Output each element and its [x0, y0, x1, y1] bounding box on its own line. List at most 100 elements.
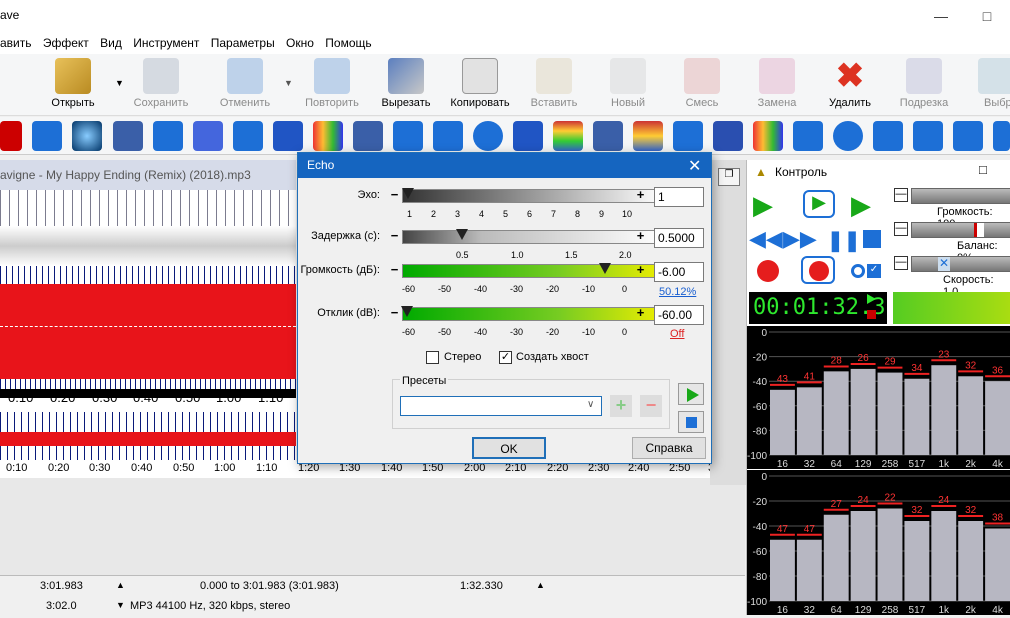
- color-bars-icon[interactable]: [753, 121, 783, 151]
- undo-button[interactable]: Отменить: [205, 58, 285, 114]
- help-button[interactable]: Справка: [632, 437, 706, 459]
- add-preset-icon[interactable]: +: [610, 395, 632, 417]
- expand-icon[interactable]: [473, 121, 503, 151]
- control-maximize-icon[interactable]: □: [979, 162, 987, 177]
- balance-minus[interactable]: —: [894, 222, 908, 236]
- cross-tools-icon[interactable]: [113, 121, 143, 151]
- play-selection-icon[interactable]: ▶: [803, 190, 835, 218]
- new-button[interactable]: Новый: [588, 58, 668, 114]
- menu-view[interactable]: Вид: [96, 32, 126, 54]
- tail-checkbox[interactable]: ✓: [499, 351, 512, 364]
- volume-icon[interactable]: [993, 121, 1010, 151]
- minimize-icon[interactable]: —: [918, 0, 964, 32]
- maximize-icon[interactable]: □: [964, 0, 1010, 32]
- arrow-in-icon[interactable]: [153, 121, 183, 151]
- response-slider[interactable]: [402, 307, 664, 321]
- arrows-vertical-icon[interactable]: [32, 121, 62, 151]
- echo-slider[interactable]: [402, 189, 664, 203]
- volume-minus[interactable]: −: [388, 263, 401, 278]
- preview-play-button[interactable]: [678, 383, 704, 405]
- fade-in-icon[interactable]: [913, 121, 943, 151]
- close-icon[interactable]: ✕: [688, 156, 701, 176]
- speaker-icon[interactable]: [833, 121, 863, 151]
- paste-button[interactable]: Вставить: [514, 58, 594, 114]
- menu-window[interactable]: Окно: [282, 32, 318, 54]
- preview-stop-button[interactable]: [678, 411, 704, 433]
- menu-help[interactable]: Помощь: [321, 32, 375, 54]
- response-minus[interactable]: −: [388, 306, 401, 321]
- menu-options[interactable]: Параметры: [207, 32, 279, 54]
- volume-slider[interactable]: [402, 264, 664, 278]
- response-value[interactable]: -60.00: [654, 305, 704, 325]
- stop-icon[interactable]: [863, 230, 881, 248]
- palette-icon[interactable]: [313, 121, 343, 151]
- arrow-left-icon[interactable]: [433, 121, 463, 151]
- fade-out-icon[interactable]: [953, 121, 983, 151]
- redo-button[interactable]: Повторить: [292, 58, 372, 114]
- swap-arrows-icon[interactable]: [393, 121, 423, 151]
- echo-thumb[interactable]: [402, 188, 414, 199]
- sliders-icon[interactable]: [513, 121, 543, 151]
- copy-button[interactable]: Копировать: [440, 58, 520, 114]
- volume-value[interactable]: -6.00: [654, 262, 704, 282]
- record-mode-icon[interactable]: [851, 264, 865, 278]
- noise-remove-icon[interactable]: [713, 121, 743, 151]
- gear-icon[interactable]: [273, 121, 303, 151]
- speed-slider[interactable]: ✕: [911, 256, 1010, 272]
- record-selection-button[interactable]: [801, 256, 835, 284]
- volume-slider[interactable]: [911, 188, 1010, 204]
- trim-button[interactable]: Подрезка: [884, 58, 964, 114]
- record-icon[interactable]: [757, 260, 779, 282]
- burst-icon[interactable]: [673, 121, 703, 151]
- volume-plus[interactable]: +: [634, 263, 647, 278]
- delete-button[interactable]: ✖ Удалить: [810, 58, 890, 114]
- response-thumb[interactable]: [401, 306, 413, 317]
- echo-minus[interactable]: −: [388, 188, 401, 203]
- check-icon[interactable]: ✓: [867, 264, 881, 278]
- select-button[interactable]: Выбр: [968, 58, 1010, 114]
- waveform-panel[interactable]: avigne - My Happy Ending (Remix) (2018).…: [0, 160, 296, 485]
- balance-slider[interactable]: [911, 222, 1010, 238]
- delay-slider[interactable]: [402, 230, 664, 244]
- graph-icon[interactable]: [353, 121, 383, 151]
- rewind-icon[interactable]: ◀◀: [749, 226, 783, 252]
- response-state[interactable]: Off: [670, 328, 684, 340]
- presets-combo[interactable]: ∨: [400, 396, 602, 416]
- delay-value[interactable]: 0.5000: [654, 228, 704, 248]
- menu-tool[interactable]: Инструмент: [129, 32, 203, 54]
- delay-thumb[interactable]: [456, 229, 468, 240]
- speed-thumb[interactable]: ✕: [938, 257, 950, 271]
- volume-thumb[interactable]: [599, 263, 611, 274]
- bars-icon[interactable]: [593, 121, 623, 151]
- delay-plus[interactable]: +: [634, 229, 647, 244]
- sphere-icon[interactable]: [72, 121, 102, 151]
- bracket-icon[interactable]: [793, 121, 823, 151]
- chevron-down-icon[interactable]: ∨: [587, 399, 594, 410]
- speaker-plus-icon[interactable]: [873, 121, 903, 151]
- restore-icon[interactable]: ❐: [718, 168, 740, 186]
- pause-icon[interactable]: ❚❚: [827, 228, 861, 253]
- stereo-checkbox[interactable]: [426, 351, 439, 364]
- no-entry-icon[interactable]: [0, 121, 22, 151]
- echo-plus[interactable]: +: [634, 188, 647, 203]
- volume-minus[interactable]: —: [894, 188, 908, 202]
- loop-icon[interactable]: [233, 121, 263, 151]
- volume-percent[interactable]: 50.12%: [659, 286, 696, 298]
- response-plus[interactable]: +: [634, 306, 647, 321]
- cut-button[interactable]: Вырезать: [366, 58, 446, 114]
- remove-preset-icon[interactable]: −: [640, 395, 662, 417]
- menu-edit[interactable]: авить: [0, 32, 36, 54]
- eq-icon[interactable]: [633, 121, 663, 151]
- wave-icon[interactable]: [193, 121, 223, 151]
- play-to-end-icon[interactable]: ▶: [851, 190, 876, 221]
- ok-button[interactable]: OK: [472, 437, 546, 459]
- fast-forward-icon[interactable]: ▶▶: [783, 226, 817, 252]
- open-button[interactable]: Открыть: [33, 58, 113, 114]
- play-icon[interactable]: ▶: [753, 190, 773, 221]
- echo-value[interactable]: 1: [654, 187, 704, 207]
- spectrum-icon[interactable]: [553, 121, 583, 151]
- delay-minus[interactable]: −: [388, 229, 401, 244]
- save-button[interactable]: Сохранить: [121, 58, 201, 114]
- menu-effect[interactable]: Эффект: [39, 32, 93, 54]
- speed-minus[interactable]: —: [894, 256, 908, 270]
